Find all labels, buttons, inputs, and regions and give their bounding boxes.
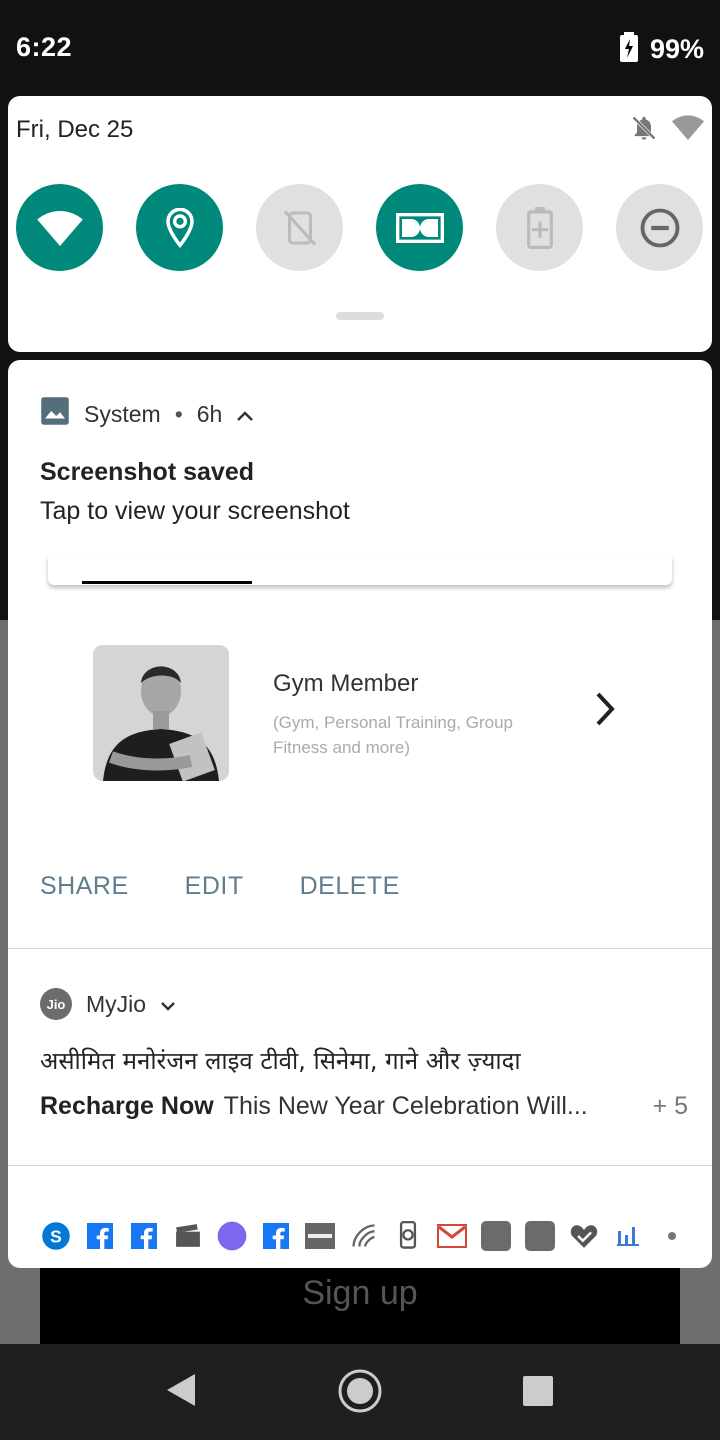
chevron-down-icon[interactable] — [160, 991, 176, 1018]
circle-app-icon — [216, 1220, 248, 1252]
separator-dot: • — [174, 400, 183, 427]
edit-button[interactable]: EDIT — [185, 872, 244, 901]
myjio-hindi-text: असीमित मनोरंजन लाइव टीवी, सिनेमा, गाने औ… — [40, 1047, 521, 1075]
qs-drag-handle[interactable] — [336, 312, 384, 320]
chevron-right-icon — [593, 691, 617, 732]
navigation-bar — [0, 1344, 720, 1440]
myjio-body-text: This New Year Celebration Will... — [223, 1092, 588, 1120]
myjio-bold-text: Recharge Now — [40, 1092, 214, 1120]
dnd-icon — [640, 208, 679, 247]
gmail-icon — [436, 1220, 468, 1252]
status-time: 6:22 — [16, 32, 73, 62]
notifications-off-icon — [630, 114, 658, 147]
signal-icon — [348, 1220, 380, 1252]
image-icon — [40, 396, 70, 432]
zomato-icon — [304, 1220, 336, 1252]
more-count: + 5 — [652, 1092, 688, 1120]
myjio-message[interactable]: Recharge Now This New Year Celebration W… — [40, 1092, 688, 1121]
chart-icon — [612, 1220, 644, 1252]
back-button[interactable] — [163, 1370, 199, 1415]
recents-button[interactable] — [522, 1375, 554, 1412]
notification-text: Tap to view your screenshot — [40, 497, 350, 525]
home-button[interactable] — [337, 1368, 383, 1419]
auto-rotate-tile[interactable] — [256, 184, 343, 271]
svg-text:S: S — [50, 1226, 62, 1246]
phone-sync-icon — [392, 1220, 424, 1252]
heart-check-icon — [568, 1220, 600, 1252]
notification-icons-row[interactable]: S — [40, 1220, 688, 1252]
preview-tab-indicator — [82, 581, 252, 584]
wifi-icon — [36, 210, 83, 246]
notification-title: Screenshot saved — [40, 458, 254, 486]
do-not-disturb-tile[interactable] — [616, 184, 703, 271]
location-tile[interactable] — [136, 184, 223, 271]
share-button[interactable]: SHARE — [40, 872, 129, 901]
clapper-icon — [172, 1220, 204, 1252]
status-right: 99% — [619, 32, 704, 67]
screenshot-preview[interactable]: Gym Member (Gym, Personal Training, Grou… — [40, 555, 680, 825]
location-pin-icon — [165, 207, 194, 248]
qs-date[interactable]: Fri, Dec 25 — [16, 116, 133, 144]
home-icon — [338, 1369, 382, 1413]
facebook-icon — [84, 1220, 116, 1252]
qs-status-icons — [630, 114, 704, 147]
wifi-tile[interactable] — [16, 184, 103, 271]
rotation-lock-icon — [283, 209, 316, 246]
battery-charging-icon — [619, 32, 638, 67]
more-dot-icon — [656, 1220, 688, 1252]
notification-divider — [8, 1165, 712, 1166]
dolby-tile[interactable] — [376, 184, 463, 271]
app-icon — [524, 1220, 556, 1252]
status-bar: 6:22 99% — [0, 0, 720, 96]
jio-logo-icon: Jio — [40, 988, 72, 1020]
facebook-icon — [260, 1220, 292, 1252]
preview-tab-strip — [48, 555, 672, 585]
recents-icon — [523, 1376, 553, 1406]
app-icon — [480, 1220, 512, 1252]
battery-saver-tile[interactable] — [496, 184, 583, 271]
dolby-icon — [395, 212, 444, 243]
notification-app-name: System — [84, 400, 161, 427]
notification-divider — [8, 948, 712, 949]
delete-button[interactable]: DELETE — [300, 872, 400, 901]
battery-plus-icon — [526, 206, 553, 249]
gym-member-photo — [93, 645, 229, 781]
screenshot-notification-header[interactable]: System • 6h — [40, 396, 254, 432]
chevron-up-icon[interactable] — [236, 401, 254, 428]
preview-title: Gym Member — [273, 670, 419, 697]
skype-icon: S — [40, 1220, 72, 1252]
notification-time: 6h — [196, 400, 223, 427]
back-icon — [167, 1374, 195, 1406]
preview-subtitle: (Gym, Personal Training, Group Fitness a… — [273, 713, 513, 757]
myjio-notification-header[interactable]: Jio MyJio — [40, 988, 176, 1020]
quick-settings-panel: Fri, Dec 25 — [8, 96, 712, 352]
myjio-app-name: MyJio — [86, 990, 147, 1017]
notification-card: System • 6h Screenshot saved Tap to view… — [8, 360, 712, 1268]
battery-percentage: 99% — [649, 34, 704, 64]
facebook-icon — [128, 1220, 160, 1252]
qs-tiles — [16, 184, 703, 271]
wifi-icon — [672, 114, 704, 147]
notification-actions: SHARE EDIT DELETE — [40, 872, 400, 901]
signup-button[interactable]: Sign up — [40, 1262, 680, 1344]
